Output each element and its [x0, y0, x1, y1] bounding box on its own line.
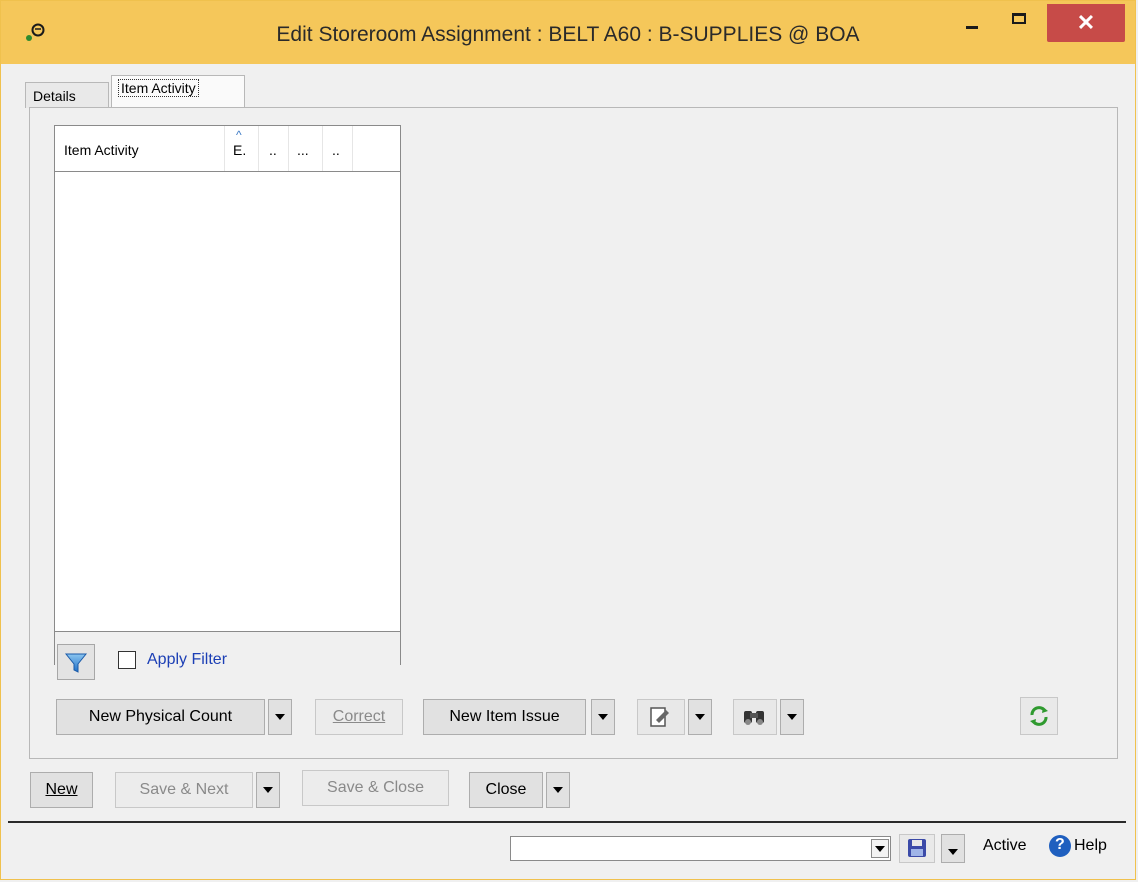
edit-button[interactable] — [637, 699, 685, 735]
refresh-icon — [1030, 706, 1048, 726]
grid-header: Item Activity ^ E. .. ... .. — [55, 126, 400, 172]
new-button[interactable]: New — [30, 772, 93, 808]
new-physical-count-button[interactable]: New Physical Count — [56, 699, 265, 735]
record-status: Active — [983, 837, 1027, 854]
column-header-e[interactable]: ^ E. — [225, 126, 259, 171]
help-icon[interactable]: ? — [1049, 835, 1071, 857]
refresh-button[interactable] — [1020, 697, 1058, 735]
save-next-dropdown[interactable] — [256, 772, 280, 808]
tab-item-activity[interactable]: Item Activity — [111, 75, 245, 108]
apply-filter-checkbox[interactable] — [118, 651, 136, 669]
maximize-button[interactable] — [1003, 4, 1037, 38]
tab-details-label: Details — [33, 88, 76, 104]
column-label: ... — [297, 142, 309, 158]
column-header-3[interactable]: .. — [259, 126, 289, 171]
edit-icon — [650, 707, 669, 727]
new-label: New — [45, 781, 78, 798]
find-dropdown[interactable] — [780, 699, 804, 735]
sort-ascending-icon: ^ — [236, 128, 242, 142]
close-dropdown[interactable] — [546, 772, 570, 808]
edit-dropdown[interactable] — [688, 699, 712, 735]
column-label: E. — [233, 142, 247, 158]
save-close-button[interactable]: Save & Close — [302, 770, 449, 806]
filter-button[interactable] — [57, 644, 95, 680]
column-header-5[interactable]: .. — [323, 126, 353, 171]
help-link[interactable]: Help — [1074, 837, 1107, 855]
title-bar[interactable]: Edit Storeroom Assignment : BELT A60 : B… — [1, 1, 1135, 64]
correct-button[interactable]: Correct — [315, 699, 403, 735]
grid-footer — [55, 632, 400, 665]
status-combo-arrow[interactable] — [871, 839, 889, 858]
grid-body[interactable] — [55, 172, 400, 632]
close-window-button[interactable]: ✕ — [1047, 4, 1125, 42]
column-label: .. — [269, 142, 277, 158]
save-options-dropdown[interactable] — [941, 834, 965, 863]
save-icon-button[interactable] — [899, 834, 935, 863]
save-next-button[interactable]: Save & Next — [115, 772, 253, 808]
status-combo[interactable] — [510, 836, 891, 861]
floppy-disk-icon — [908, 839, 926, 857]
new-item-issue-button[interactable]: New Item Issue — [423, 699, 586, 735]
tab-item-activity-label: Item Activity — [118, 79, 199, 97]
close-button[interactable]: Close — [469, 772, 543, 808]
tab-details[interactable]: Details — [25, 82, 109, 108]
new-physical-count-dropdown[interactable] — [268, 699, 292, 735]
item-activity-grid[interactable]: Item Activity ^ E. .. ... .. — [54, 125, 401, 665]
column-header-item-activity[interactable]: Item Activity — [55, 126, 225, 171]
correct-label: Correct — [332, 708, 386, 725]
close-icon: ✕ — [1076, 10, 1096, 35]
apply-filter-label[interactable]: Apply Filter — [147, 651, 227, 669]
find-button[interactable] — [733, 699, 777, 735]
new-item-issue-dropdown[interactable] — [591, 699, 615, 735]
binoculars-icon — [744, 711, 764, 725]
column-label: .. — [332, 142, 340, 158]
filter-icon — [64, 653, 88, 673]
column-header-4[interactable]: ... — [289, 126, 323, 171]
minimize-button[interactable] — [957, 4, 991, 38]
column-label: Item Activity — [64, 142, 139, 158]
